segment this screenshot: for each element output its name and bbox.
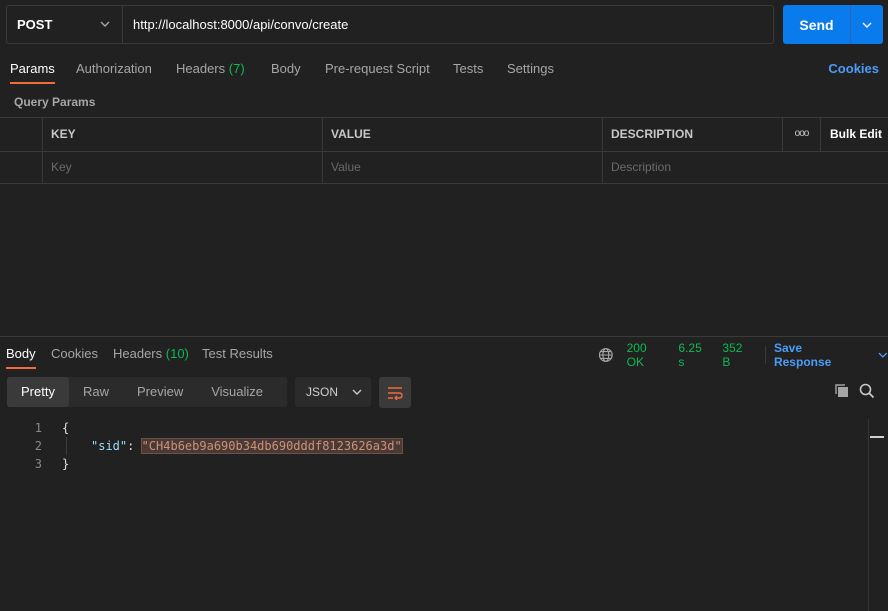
column-value: VALUE [331,127,371,141]
tab-settings[interactable]: Settings [507,58,554,86]
code-line-sid: "sid": "CH4b6eb9a690b34db690dddf8123626a… [91,437,403,455]
response-tab-test-results[interactable]: Test Results [202,343,273,371]
line-number: 1 [34,421,42,435]
format-select[interactable]: JSON [295,377,371,407]
method-label: POST [17,17,53,32]
response-size[interactable]: 352 B [722,341,753,369]
response-tabs: Body Cookies Headers (10) Test Results [0,343,590,371]
description-input[interactable]: Description [603,151,888,184]
bulk-edit-button[interactable]: Bulk Edit [821,118,888,151]
table-row: Key Value Description [0,151,888,184]
column-divider [42,118,43,184]
response-time[interactable]: 6.25 s [678,341,710,369]
code-line-close-brace: } [62,457,70,471]
key-input[interactable]: Key [43,151,322,184]
response-tab-headers[interactable]: Headers (10) [113,343,189,371]
tab-body[interactable]: Body [271,58,301,86]
json-value: "CH4b6eb9a690b34db690dddf8123626a3d" [140,438,403,454]
headers-count-badge: (7) [228,61,245,76]
view-tab-preview[interactable]: Preview [123,377,197,407]
format-label: JSON [306,385,339,399]
tab-headers-label: Headers [176,61,226,76]
view-tab-visualize[interactable]: Visualize [197,377,277,407]
tab-authorization[interactable]: Authorization [76,58,152,86]
globe-icon[interactable] [598,347,614,363]
tab-prerequest-script[interactable]: Pre-request Script [325,58,430,86]
chevron-down-icon [862,22,872,28]
send-options-button[interactable] [851,5,883,44]
column-divider [820,118,821,151]
column-key: KEY [51,127,76,141]
code-line-open-brace: { [62,421,70,435]
copy-icon[interactable] [834,383,850,399]
chevron-down-icon [100,21,110,27]
response-headers-count-badge: (10) [165,346,189,361]
pane-divider[interactable] [0,336,888,337]
url-input[interactable]: http://localhost:8000/api/convo/create [123,6,348,43]
save-response-label: Save Response [773,341,832,369]
response-tab-headers-label: Headers [113,346,163,361]
json-colon: : [127,439,142,453]
response-tab-body[interactable]: Body [6,343,36,371]
params-table: KEY VALUE DESCRIPTION ooo Bulk Edit Key … [0,117,888,184]
tab-params[interactable]: Params [10,58,55,86]
view-tab-pretty[interactable]: Pretty [7,377,69,407]
chevron-down-icon [878,352,888,358]
send-button-group: Send [783,5,883,44]
chevron-down-icon [352,389,362,395]
method-select[interactable]: POST [7,6,123,43]
view-mode-tabs: Pretty Raw Preview Visualize [7,377,287,407]
cookies-link[interactable]: Cookies [828,58,879,80]
response-tab-cookies[interactable]: Cookies [51,343,98,371]
wrap-lines-button[interactable] [379,377,411,408]
search-icon[interactable] [858,382,876,400]
request-url-bar: POST http://localhost:8000/api/convo/cre… [6,5,774,44]
line-number: 2 [34,439,42,453]
more-options-button[interactable]: ooo [783,118,820,151]
send-button[interactable]: Send [783,5,851,44]
tab-headers[interactable]: Headers (7) [176,58,245,86]
line-number: 3 [34,457,42,471]
table-header-row: KEY VALUE DESCRIPTION ooo Bulk Edit [0,118,888,152]
json-key: "sid" [91,439,128,453]
status-code[interactable]: 200 OK [627,341,667,369]
tab-tests[interactable]: Tests [453,58,483,86]
scrollbar-cursor-marker [870,436,884,438]
query-params-title: Query Params [14,95,96,109]
response-status-bar: 200 OK 6.25 s 352 B Save Response [598,341,888,369]
save-response-button[interactable]: Save Response [774,341,888,369]
url-text: http://localhost:8000/api/convo/create [133,17,349,32]
wrap-lines-icon [388,386,403,400]
column-divider [602,118,603,184]
column-divider [322,118,323,184]
value-input[interactable]: Value [323,151,602,184]
indent-guide [66,437,67,455]
editor-scrollbar[interactable] [868,419,888,611]
column-description: DESCRIPTION [611,127,694,141]
request-tabs: Params Authorization Headers (7) Body Pr… [0,58,888,88]
column-divider [782,118,783,151]
status-divider [764,346,766,364]
view-tab-raw[interactable]: Raw [69,377,123,407]
